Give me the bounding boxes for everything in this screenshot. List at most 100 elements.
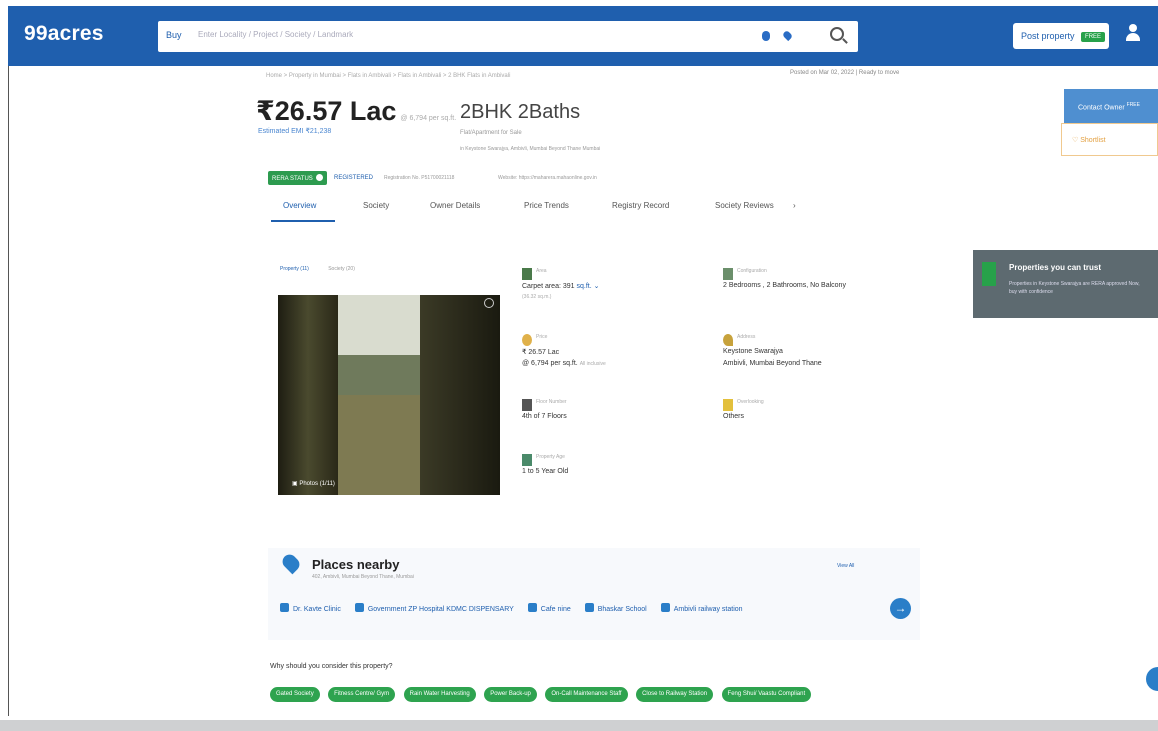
place-item[interactable]: Dr. Kavte Clinic [280,603,341,613]
trust-banner: Properties you can trust Properties in K… [973,250,1158,318]
feature-chips: Gated Society Fitness Centre/ Gym Rain W… [270,682,890,708]
price-sqft-row: @ 6,794 per sq.ft. All inclusive [522,360,606,367]
address-label: Address [737,334,756,340]
feature-chip[interactable]: Fitness Centre/ Gym [328,687,396,702]
section-tabs: Overview Society Owner Details Price Tre… [266,190,826,230]
school-icon [584,603,594,612]
calendar-icon [522,454,532,466]
place-label: Bhaskar School [597,606,647,613]
place-item[interactable]: Cafe nine [527,603,571,613]
hospital-icon [280,603,289,612]
places-subtitle: 402, Ambivli, Mumbai Beyond Thane, Mumba… [312,574,414,580]
chevron-right-icon[interactable]: › [793,201,796,210]
tab-registry-record[interactable]: Registry Record [612,201,669,210]
feature-chip[interactable]: Gated Society [270,687,320,702]
breadcrumb[interactable]: Home > Property in Mumbai > Flats in Amb… [266,73,510,79]
tab-society-reviews[interactable]: Society Reviews [715,201,774,210]
overlooking-label: Overlooking [737,399,764,405]
floor-icon [522,399,532,411]
tab-overview[interactable]: Overview [283,201,316,210]
place-label: Ambivli railway station [673,606,743,613]
place-label: Cafe nine [540,606,571,613]
search-input[interactable]: Enter Locality / Project / Society / Lan… [198,30,353,39]
price-sqft-value: @ 6,794 per sq.ft. [522,360,578,367]
address-value-locality: Ambivli, Mumbai Beyond Thane [723,360,822,367]
gallery-tabs: Property (11) Society (20) [280,266,355,272]
config-label: Configuration [737,268,767,274]
price-detail-value: ₹ 26.57 Lac [522,349,560,356]
search-icon[interactable] [830,27,844,41]
feature-chip[interactable]: Close to Railway Station [636,687,714,702]
photo-ground [338,395,420,495]
place-label: Government ZP Hospital KDMC DISPENSARY [367,606,514,613]
tab-property-photos[interactable]: Property (11) [280,266,309,272]
photos-count[interactable]: ▣ Photos (1/11) [292,480,335,487]
contact-owner-button[interactable]: Contact Owner FREE [1064,89,1158,124]
places-title: Places nearby [312,557,400,572]
user-icon[interactable] [1126,24,1140,42]
rera-website[interactable]: Website: https://maharera.mahaonline.gov… [498,175,597,181]
next-arrow-button[interactable]: → [890,598,911,619]
place-item[interactable]: Government ZP Hospital KDMC DISPENSARY [354,603,514,613]
tab-society[interactable]: Society [363,201,389,210]
shortlist-button[interactable]: ♡ Shortlist [1061,123,1158,156]
contact-owner-label: Contact Owner [1078,104,1125,112]
search-bar[interactable]: Buy Enter Locality / Project / Society /… [158,21,858,52]
place-item[interactable]: Bhaskar School [584,603,647,613]
address-value-society: Keystone Swarajya [723,348,783,355]
feature-chip[interactable]: Feng Shui/ Vaastu Compliant [721,687,812,702]
emi-link[interactable]: Estimated EMI ₹21,238 [258,127,331,135]
address-icon [723,334,733,346]
menu-icon[interactable]: ⋮ [1154,32,1158,43]
tab-price-trends[interactable]: Price Trends [524,201,569,210]
property-photo[interactable]: ▣ Photos (1/11) [278,295,500,495]
mic-icon[interactable] [762,31,770,41]
price-value: ₹26.57 Lac [256,96,397,126]
price-inclusive: All inclusive [579,361,606,367]
rera-registration-number: Registration No. P51700021118 [384,175,455,181]
location-icon[interactable] [781,29,794,42]
feature-chip[interactable]: On-Call Maintenance Staff [545,687,628,702]
floor-label: Floor Number [536,399,567,405]
map-pin-icon [279,551,303,575]
area-value: Carpet area: 391 sq.ft. ⌄ [522,282,600,290]
tab-society-photos[interactable]: Society (20) [328,266,355,272]
chevron-down-icon[interactable]: ⌄ [594,283,600,290]
contact-free-badge: FREE [1126,102,1140,108]
expand-icon[interactable] [484,298,494,308]
top-navbar: 99acres Buy Enter Locality / Project / S… [8,6,1158,66]
overlooking-icon [723,399,733,411]
view-all-link[interactable]: View All [837,563,854,569]
listing-type: Flat/Apartment for Sale [460,130,522,136]
trust-text: Properties in Keystone Swarajya are RERA… [1009,281,1140,295]
building-icon [527,603,537,612]
area-unit-select[interactable]: sq.ft. [577,283,592,290]
chat-button[interactable] [1146,667,1158,691]
price-heading: ₹26.57 Lac @ 6,794 per sq.ft. [256,96,456,127]
feature-chip[interactable]: Rain Water Harvesting [403,687,476,702]
area-label: Area [536,268,547,274]
buy-select[interactable]: Buy [166,30,182,40]
bottom-band [0,720,1158,731]
post-property-button[interactable]: Post property FREE [1013,23,1109,49]
age-label: Property Age [536,454,565,460]
logo[interactable]: 99acres [24,22,104,46]
rera-registered[interactable]: REGISTERED [334,175,373,181]
place-label: Dr. Kavte Clinic [293,606,341,613]
area-value-text: Carpet area: 391 [522,283,575,290]
tab-owner-details[interactable]: Owner Details [430,201,480,210]
feature-chip[interactable]: Power Back-up [484,687,537,702]
rera-status-badge[interactable]: RERA STATUS [268,171,327,185]
photo-left-grille [278,295,338,495]
verified-badge-icon [982,262,996,286]
page-border [8,66,9,716]
trust-title: Properties you can trust [1009,263,1102,272]
places-nearby: Places nearby 402, Ambivli, Mumbai Beyon… [268,548,920,640]
info-icon [315,174,323,181]
overlooking-value: Others [723,413,745,420]
post-property-label: Post property [1021,31,1075,41]
rera-label: RERA STATUS [272,176,313,182]
free-badge: FREE [1081,32,1106,42]
hospital-icon [354,603,364,612]
place-item[interactable]: Ambivli railway station [660,603,743,613]
